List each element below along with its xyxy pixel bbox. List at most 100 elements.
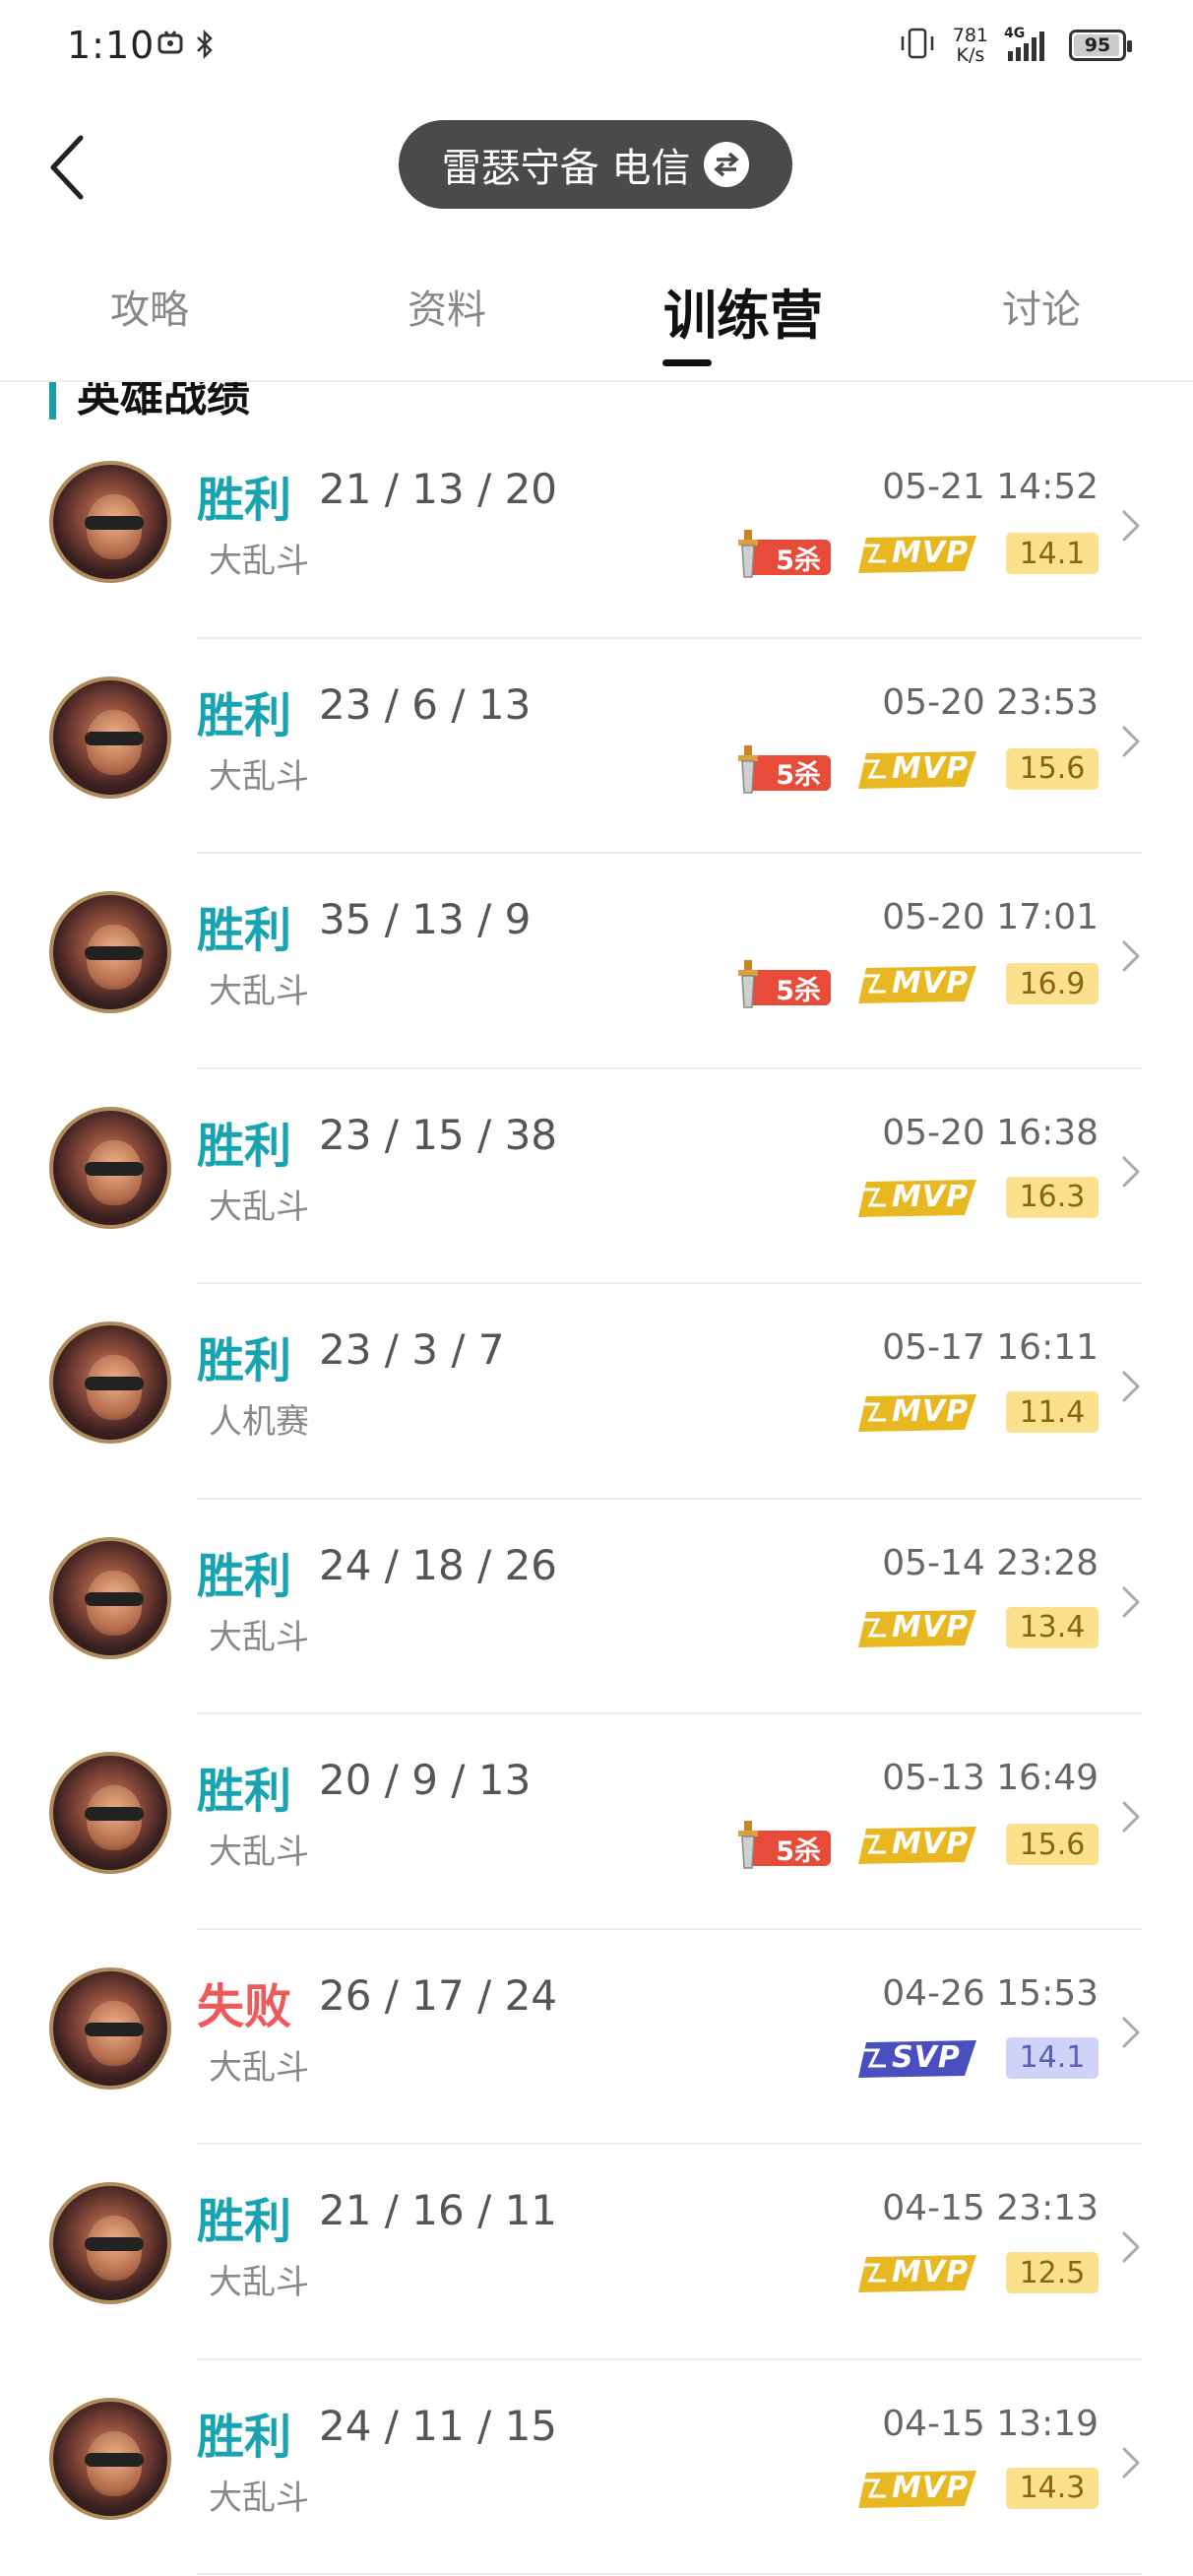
five-kill-badge: 5杀 [732, 1821, 831, 1869]
hero-avatar [49, 2182, 171, 2304]
signal-icon: 4G [1004, 26, 1053, 63]
mvp-label: MVP [892, 750, 970, 786]
chevron-right-icon [1122, 510, 1140, 542]
sword-icon [738, 744, 758, 794]
match-datetime: 05-13 16:49 [882, 1758, 1099, 1798]
match-row-3[interactable]: 胜利 35 / 13 / 9 大乱斗 05-20 17:01 5杀 MVP 16.9 [0, 854, 1193, 1069]
mvp-label: MVP [892, 1394, 970, 1429]
game-mode: 大乱斗 [209, 1187, 309, 1227]
rating-score: 12.5 [1006, 2252, 1099, 2293]
game-mode: 大乱斗 [209, 542, 309, 581]
tab-bar: 攻略 资料 训练营 讨论 [0, 256, 1193, 382]
server-label: 雷瑟守备 电信 [441, 146, 691, 191]
chevron-right-icon [1122, 726, 1140, 756]
row-divider [197, 2573, 1142, 2575]
section-header: 英雄战绩 [0, 382, 1193, 421]
badge-group: MVP 11.4 [856, 1390, 1099, 1434]
mvp-label: MVP [892, 536, 970, 570]
match-datetime: 05-21 14:52 [882, 467, 1099, 507]
match-row-2[interactable]: 胜利 23 / 6 / 13 大乱斗 05-20 23:53 5杀 MVP 15.6 [0, 639, 1193, 854]
section-title: 英雄战绩 [77, 382, 250, 421]
chevron-right-icon [1122, 1371, 1140, 1402]
mvp-badge: MVP [856, 532, 980, 575]
rating-score: 14.1 [1006, 2036, 1099, 2079]
match-row-9[interactable]: 胜利 21 / 16 / 11 大乱斗 04-15 23:13 MVP 12.5 [0, 2145, 1193, 2360]
svp-badge: SVP [856, 2036, 980, 2080]
badge-group: 5杀 MVP 15.6 [732, 1821, 1099, 1869]
rating-score: 13.4 [1006, 1606, 1099, 1648]
match-row-5[interactable]: 胜利 23 / 3 / 7 人机赛 05-17 16:11 MVP 11.4 [0, 1284, 1193, 1500]
match-row-4[interactable]: 胜利 23 / 15 / 38 大乱斗 05-20 16:38 MVP 16.3 [0, 1069, 1193, 1284]
rating-score: 11.4 [1006, 1391, 1099, 1433]
badge-group: 5杀 MVP 15.6 [732, 744, 1099, 794]
server-switch-button[interactable]: 雷瑟守备 电信 [399, 120, 792, 209]
rating-score: 14.3 [1006, 2467, 1099, 2509]
chevron-right-icon [1122, 1801, 1140, 1833]
game-mode: 大乱斗 [209, 756, 309, 797]
tab-training-camp[interactable]: 训练营 [635, 272, 851, 350]
kda: 24 / 11 / 15 [319, 2401, 558, 2450]
kda: 23 / 6 / 13 [319, 679, 532, 729]
match-datetime: 05-14 23:28 [882, 1542, 1099, 1583]
kda: 23 / 3 / 7 [319, 1325, 505, 1374]
rating-score: 15.6 [1006, 747, 1099, 790]
match-row-10[interactable]: 胜利 24 / 11 / 15 大乱斗 04-15 13:19 MVP 14.3 [0, 2360, 1193, 2575]
mvp-badge: MVP [856, 962, 980, 1005]
mvp-label: MVP [892, 2255, 970, 2289]
match-result: 胜利 [197, 903, 292, 958]
hero-avatar [49, 2397, 171, 2520]
tab-guide[interactable]: 攻略 [41, 278, 258, 335]
match-result: 胜利 [197, 1333, 292, 1388]
rating-score: 16.3 [1006, 1176, 1099, 1218]
chevron-right-icon [1122, 2017, 1140, 2047]
chevron-right-icon [1122, 1586, 1140, 1617]
match-datetime: 05-17 16:11 [882, 1327, 1099, 1368]
match-result: 胜利 [197, 1764, 292, 1819]
back-button[interactable] [39, 128, 98, 207]
status-left-icons [157, 29, 215, 63]
match-row-8[interactable]: 失败 26 / 17 / 24 大乱斗 04-26 15:53 SVP 14.1 [0, 1930, 1193, 2145]
tab-info[interactable]: 资料 [339, 278, 555, 335]
badge-group: SVP 14.1 [856, 2036, 1099, 2080]
match-datetime: 05-20 16:38 [882, 1112, 1099, 1153]
game-mode: 大乱斗 [209, 972, 309, 1011]
header: 雷瑟守备 电信 [0, 98, 1193, 236]
bluetooth-icon [195, 29, 215, 63]
app-notification-icon [157, 30, 183, 63]
status-right-icons: 781 K/s 4G 95 [898, 25, 1132, 66]
match-row-6[interactable]: 胜利 24 / 18 / 26 大乱斗 05-14 23:28 MVP 13.4 [0, 1500, 1193, 1714]
network-speed: 781 K/s [952, 25, 988, 66]
game-mode: 大乱斗 [209, 2263, 309, 2302]
battery-indicator: 95 [1069, 30, 1132, 61]
match-datetime: 05-20 23:53 [882, 681, 1099, 723]
game-mode: 大乱斗 [209, 2047, 309, 2088]
badge-group: MVP 13.4 [856, 1606, 1099, 1649]
match-row-1[interactable]: 胜利 21 / 13 / 20 大乱斗 05-21 14:52 5杀 MVP 14.… [0, 423, 1193, 639]
mvp-label: MVP [892, 2470, 970, 2505]
kda: 24 / 18 / 26 [319, 1540, 558, 1589]
match-datetime: 04-15 23:13 [882, 2188, 1099, 2228]
mvp-label: MVP [892, 966, 970, 1000]
mvp-badge: MVP [856, 747, 980, 791]
match-result: 胜利 [197, 1118, 292, 1174]
hero-avatar [49, 891, 171, 1013]
chevron-right-icon [1122, 2231, 1140, 2263]
badge-group: MVP 14.3 [856, 2467, 1099, 2510]
five-kill-badge: 5杀 [732, 960, 831, 1008]
tab-discussion[interactable]: 讨论 [933, 278, 1150, 335]
chevron-right-icon [1122, 2447, 1140, 2478]
match-result: 失败 [197, 1978, 292, 2034]
badge-group: 5杀 MVP 16.9 [732, 960, 1099, 1008]
game-mode: 大乱斗 [209, 2478, 309, 2518]
swap-icon [704, 142, 750, 187]
kda: 23 / 15 / 38 [319, 1110, 558, 1159]
mvp-badge: MVP [856, 1390, 980, 1434]
match-row-7[interactable]: 胜利 20 / 9 / 13 大乱斗 05-13 16:49 5杀 MVP 15.6 [0, 1714, 1193, 1930]
kda: 21 / 16 / 11 [319, 2186, 558, 2234]
match-result: 胜利 [197, 2409, 292, 2465]
rating-score: 14.1 [1006, 533, 1099, 574]
hero-avatar [49, 1536, 171, 1659]
match-result: 胜利 [197, 2194, 292, 2249]
hero-avatar [49, 676, 171, 799]
sword-icon [738, 530, 758, 578]
